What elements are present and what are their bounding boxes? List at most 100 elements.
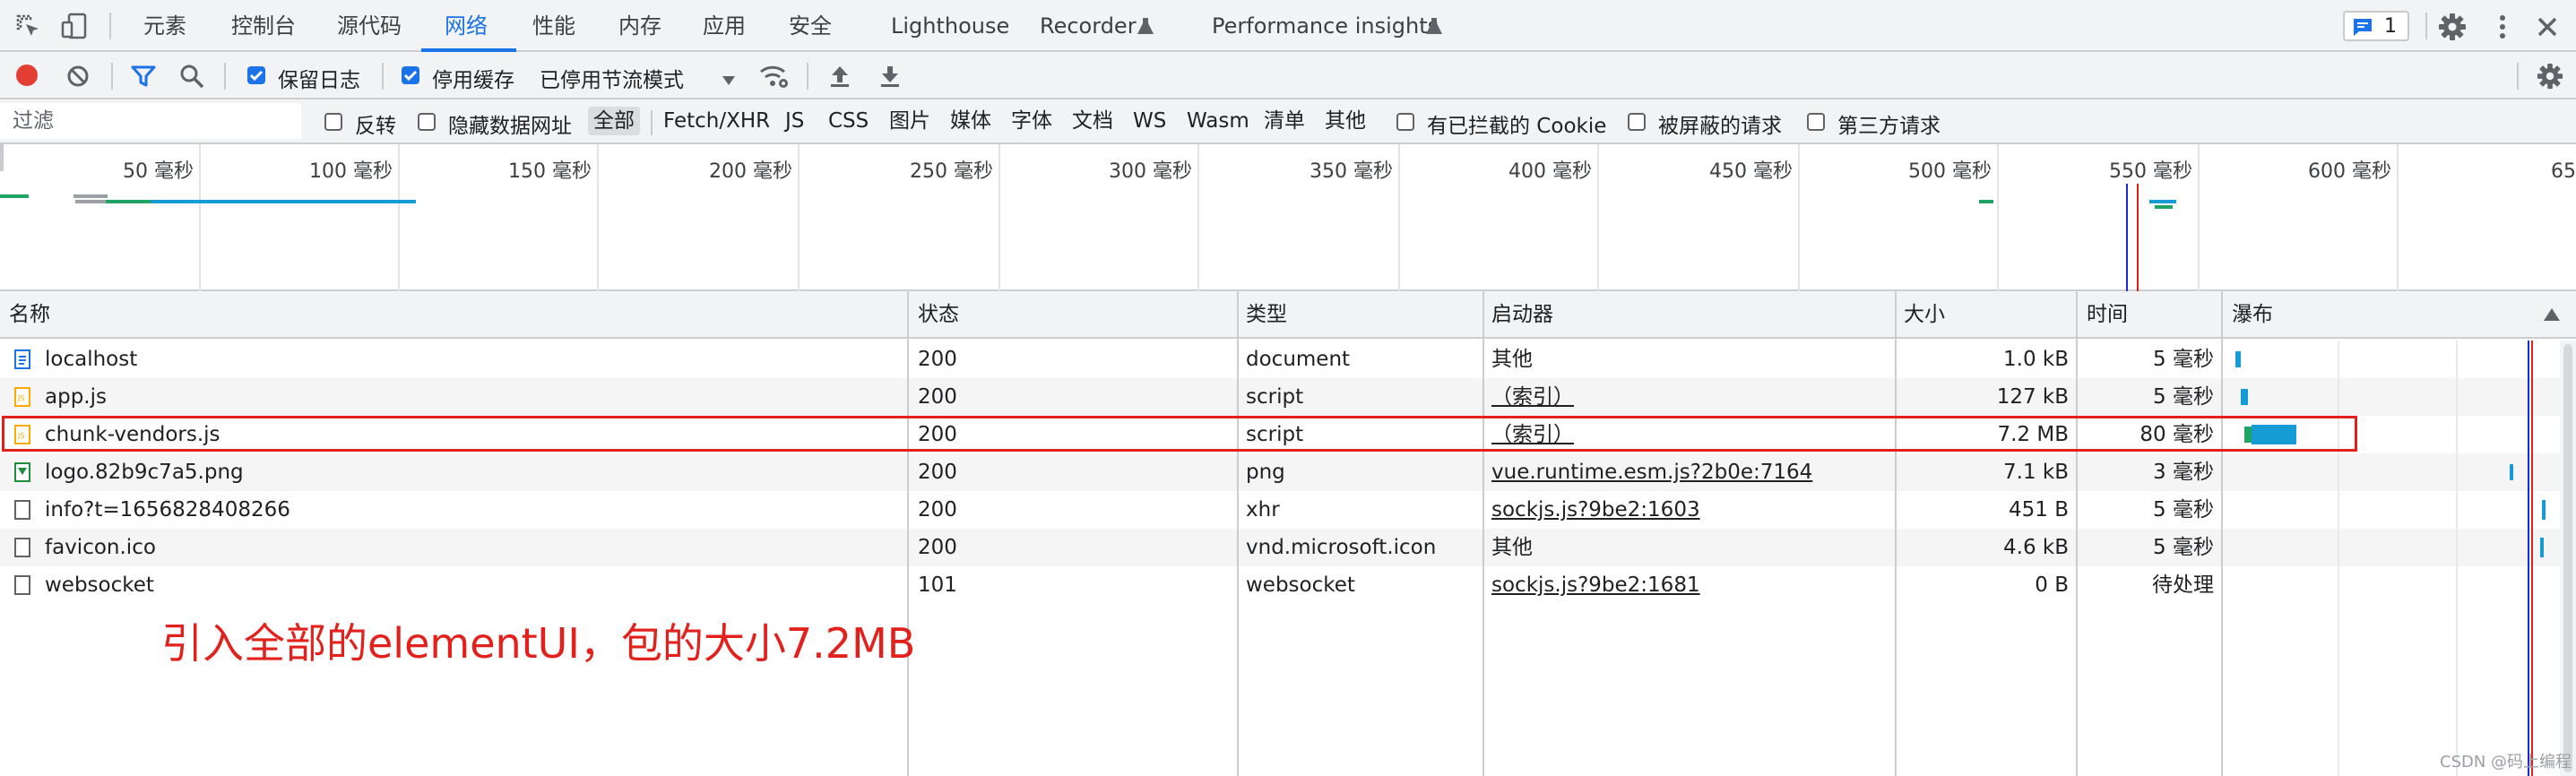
type-filter-css[interactable]: CSS [823, 107, 874, 135]
request-name[interactable]: favicon.ico [45, 529, 156, 566]
type-filter-wasm[interactable]: Wasm [1181, 107, 1255, 135]
preserve-log-checkbox[interactable] [247, 66, 265, 84]
table-row[interactable]: websocket 101 websocket sockjs.js?9be2:1… [0, 566, 2563, 604]
table-row[interactable]: favicon.ico 200 vnd.microsoft.icon 其他 4.… [0, 529, 2563, 566]
third-party-label[interactable]: 第三方请求 [1837, 108, 1941, 139]
third-party-checkbox[interactable] [1807, 113, 1825, 131]
experimental-flask-icon [1137, 16, 1154, 39]
hide-data-urls-checkbox[interactable] [418, 113, 436, 131]
table-row[interactable]: localhost 200 document 其他 1.0 kB 5 毫秒 [0, 341, 2563, 378]
tick-label: 450 毫秒 [1709, 160, 1793, 183]
tab-application[interactable]: 应用 [703, 0, 746, 52]
type-filter-ws[interactable]: WS [1128, 107, 1171, 135]
tab-recorder[interactable]: Recorder [1040, 0, 1137, 52]
tab-network[interactable]: 网络 [445, 0, 488, 52]
table-row[interactable]: logo.82b9c7a5.png 200 png vue.runtime.es… [0, 453, 2563, 491]
export-har-download-icon[interactable] [877, 63, 903, 90]
request-type: websocket [1246, 573, 1355, 597]
record-button[interactable] [16, 65, 38, 86]
import-har-upload-icon[interactable] [826, 63, 853, 90]
column-header-waterfall[interactable]: 瀑布 [2232, 291, 2273, 339]
request-initiator-link[interactable]: sockjs.js?9be2:1603 [1491, 491, 1700, 529]
close-devtools-icon[interactable] [2531, 11, 2563, 43]
column-header-initiator[interactable]: 启动器 [1491, 291, 1553, 339]
column-divider[interactable] [2221, 291, 2223, 776]
type-filter-img[interactable]: 图片 [884, 107, 936, 135]
network-settings-gear-icon[interactable] [2535, 61, 2565, 91]
filter-funnel-icon[interactable] [129, 63, 158, 90]
network-conditions-icon[interactable] [758, 61, 791, 91]
request-name[interactable]: logo.82b9c7a5.png [45, 453, 244, 491]
table-row[interactable]: info?t=1656828408266 200 xhr sockjs.js?9… [0, 491, 2563, 529]
clear-icon[interactable] [65, 63, 91, 90]
invert-label[interactable]: 反转 [355, 108, 396, 139]
tab-console[interactable]: 控制台 [231, 0, 296, 52]
preserve-log-label[interactable]: 保留日志 [278, 63, 360, 93]
type-filter-doc[interactable]: 文档 [1067, 107, 1119, 135]
grid-line [1997, 144, 1999, 291]
type-filter-other[interactable]: 其他 [1319, 107, 1371, 135]
request-initiator-link[interactable]: （索引） [1491, 378, 1574, 416]
device-toolbar-icon[interactable] [59, 11, 90, 41]
disable-cache-checkbox[interactable] [402, 66, 419, 84]
issues-badge[interactable]: 1 [2343, 11, 2409, 41]
tab-elements[interactable]: 元素 [143, 0, 186, 52]
more-options-icon[interactable] [2486, 11, 2519, 43]
column-header-name[interactable]: 名称 [9, 291, 50, 339]
column-header-size[interactable]: 大小 [1904, 291, 1945, 339]
blocked-cookies-checkbox[interactable] [1396, 113, 1414, 131]
request-size: 7.1 kB [2003, 461, 2069, 484]
devtools-tab-bar: 元素 控制台 源代码 网络 性能 内存 应用 安全 Lighthouse Rec… [0, 0, 2576, 52]
hide-data-urls-label[interactable]: 隐藏数据网址 [448, 108, 572, 139]
inspect-element-icon[interactable] [14, 13, 43, 41]
column-divider[interactable] [1895, 291, 1897, 776]
tab-sources[interactable]: 源代码 [337, 0, 402, 52]
tab-performance[interactable]: 性能 [532, 0, 575, 52]
tab-performance-insights[interactable]: Performance insights [1212, 0, 1439, 52]
type-filter-js[interactable]: JS [780, 107, 809, 135]
tab-lighthouse[interactable]: Lighthouse [891, 0, 1009, 52]
column-divider[interactable] [907, 291, 909, 776]
request-name[interactable]: localhost [45, 341, 137, 378]
network-overview-timeline[interactable]: 50 毫秒 100 毫秒 150 毫秒 200 毫秒 250 毫秒 300 毫秒… [0, 144, 2576, 291]
chevron-down-icon[interactable] [722, 72, 735, 89]
scrollbar-thumb[interactable] [2563, 344, 2572, 772]
search-icon[interactable] [177, 63, 206, 90]
divider [807, 63, 808, 90]
blocked-requests-label[interactable]: 被屏蔽的请求 [1658, 108, 1782, 139]
disable-cache-label[interactable]: 停用缓存 [432, 63, 514, 93]
column-divider[interactable] [1482, 291, 1484, 776]
table-row[interactable]: JS app.js 200 script （索引） 127 kB 5 毫秒 [0, 378, 2563, 416]
throttling-select[interactable]: 已停用节流模式 [540, 63, 684, 93]
column-divider[interactable] [1237, 291, 1239, 776]
column-header-status[interactable]: 状态 [918, 291, 959, 339]
request-initiator-link[interactable]: vue.runtime.esm.js?2b0e:7164 [1491, 453, 1812, 491]
filter-input[interactable] [0, 103, 301, 139]
type-filter-font[interactable]: 字体 [1006, 107, 1058, 135]
type-filter-all[interactable]: 全部 [588, 107, 640, 135]
overview-request-bar [2149, 200, 2176, 203]
tab-memory[interactable]: 内存 [618, 0, 661, 52]
tab-security[interactable]: 安全 [789, 0, 832, 52]
document-icon [14, 349, 30, 369]
column-header-type[interactable]: 类型 [1246, 291, 1287, 339]
blocked-cookies-label[interactable]: 有已拦截的 Cookie [1427, 108, 1606, 139]
type-filter-manifest[interactable]: 清单 [1258, 107, 1310, 135]
column-header-time[interactable]: 时间 [2087, 291, 2128, 339]
blank-file-icon [14, 538, 30, 557]
column-divider[interactable] [2076, 291, 2078, 776]
grid-line [597, 144, 599, 291]
overview-start-marker [0, 144, 4, 171]
type-filter-media[interactable]: 媒体 [945, 107, 997, 135]
type-filter-fetch-xhr[interactable]: Fetch/XHR [658, 107, 775, 135]
request-initiator-link[interactable]: sockjs.js?9be2:1681 [1491, 566, 1700, 604]
blocked-requests-checkbox[interactable] [1628, 113, 1646, 131]
invert-checkbox[interactable] [324, 113, 342, 131]
request-type: document [1246, 348, 1351, 371]
request-name[interactable]: app.js [45, 378, 107, 416]
request-status: 200 [918, 385, 957, 409]
sort-ascending-icon[interactable] [2544, 307, 2560, 324]
request-name[interactable]: info?t=1656828408266 [45, 491, 290, 529]
settings-gear-icon[interactable] [2436, 11, 2468, 43]
request-name[interactable]: websocket [45, 566, 154, 604]
